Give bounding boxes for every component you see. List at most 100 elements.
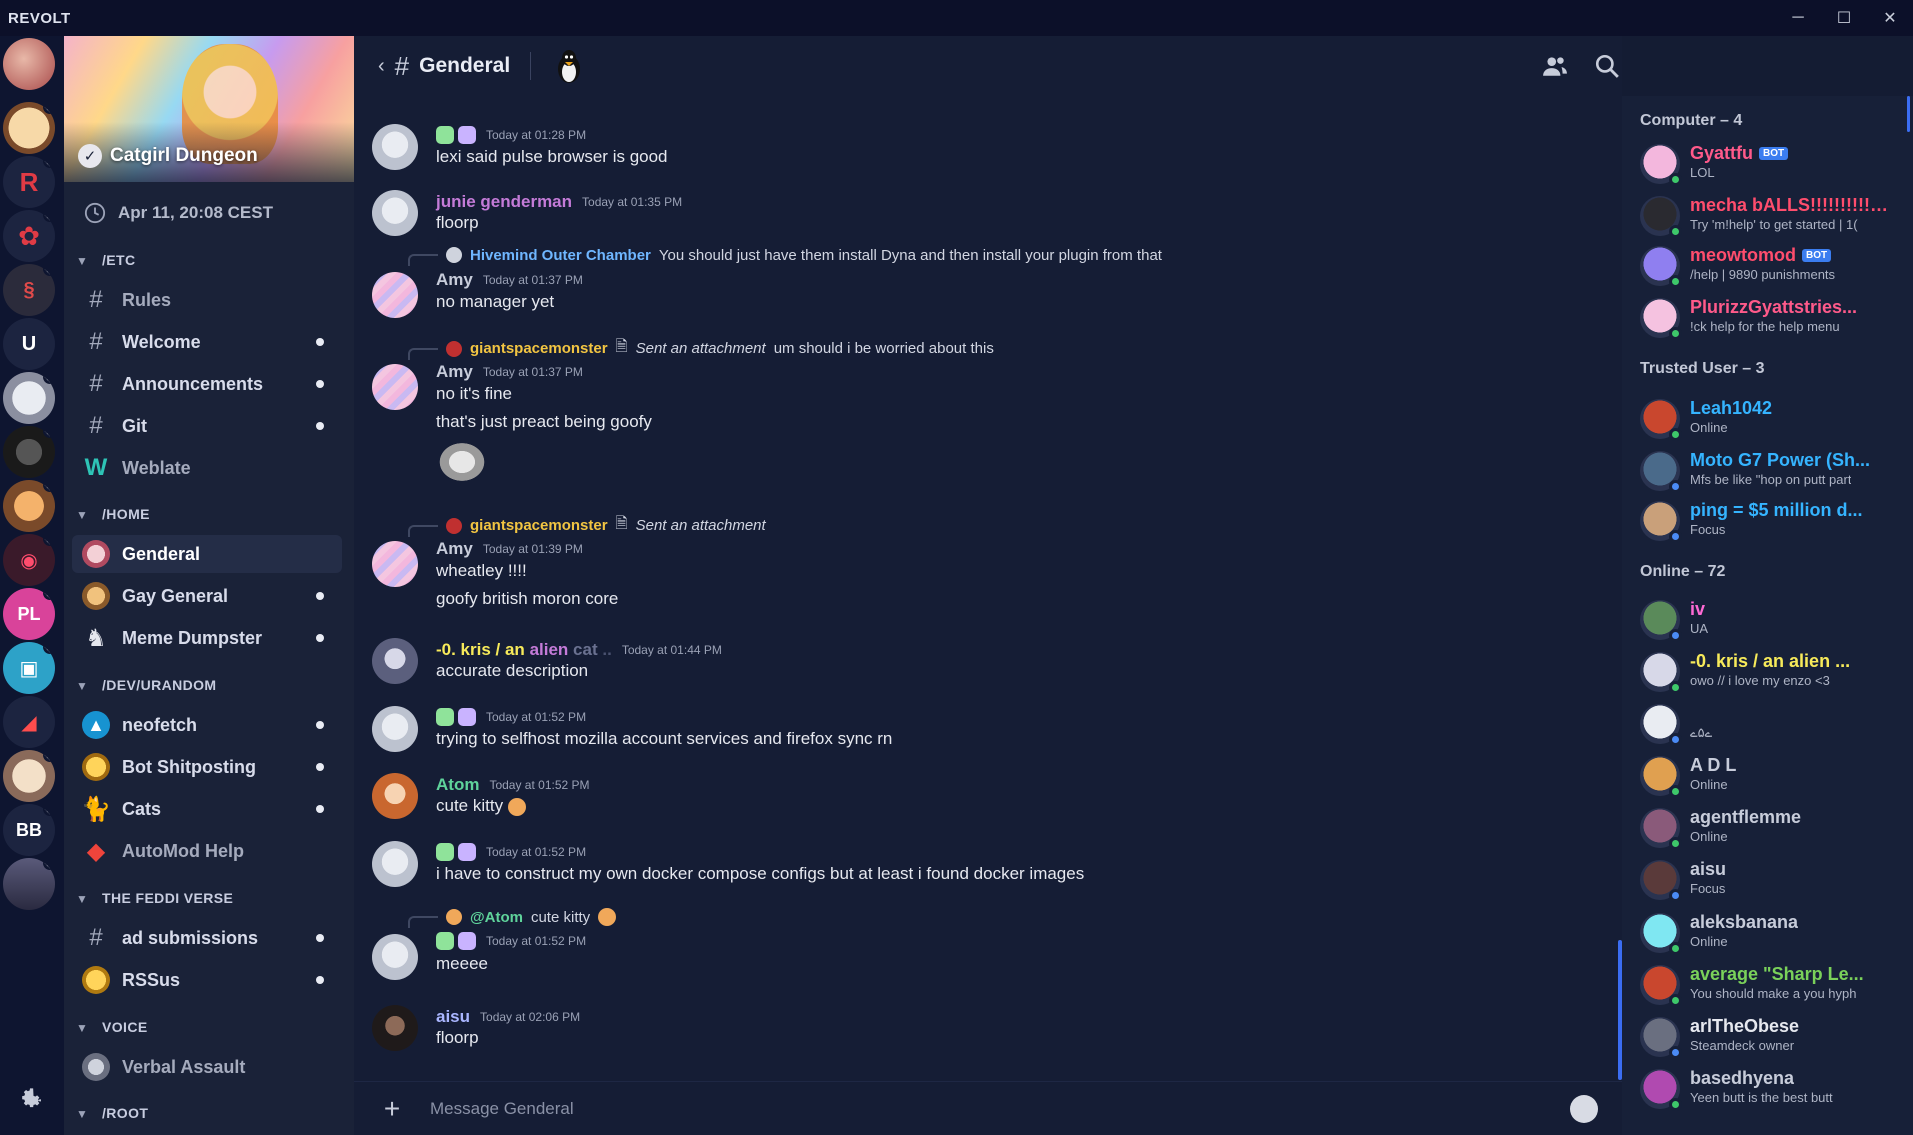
channel-weblate[interactable]: W Weblate xyxy=(72,449,342,487)
chevron-down-icon: ▼ xyxy=(76,508,89,522)
member-name: basedhyena xyxy=(1690,1068,1795,1088)
category-dev-urandom[interactable]: ▼/DEV/URANDOM xyxy=(76,677,216,693)
avatar[interactable] xyxy=(372,541,418,587)
reply-preview[interactable]: @Atom cute kitty xyxy=(408,906,617,928)
username-emoji[interactable] xyxy=(436,126,476,144)
channel-avatar-icon xyxy=(82,582,110,610)
channel-verbal-assault[interactable]: Verbal Assault xyxy=(72,1048,342,1086)
server-banner[interactable]: ✓ Catgirl Dungeon xyxy=(64,36,354,182)
channel-rules[interactable]: # Rules xyxy=(72,281,342,319)
member-row[interactable]: arlTheObese Steamdeck owner xyxy=(1640,1012,1910,1062)
avatar[interactable] xyxy=(372,124,418,170)
username-emoji[interactable] xyxy=(436,843,476,861)
server-icon-13[interactable] xyxy=(3,750,55,802)
avatar[interactable] xyxy=(372,706,418,752)
author-name[interactable]: junie genderman xyxy=(436,192,572,212)
member-row[interactable]: mecha bALLS!!!!!!!!!!BOTTry 'm!help' to … xyxy=(1640,191,1910,241)
member-row[interactable]: Moto G7 Power (Sh... Mfs be like "hop on … xyxy=(1640,446,1910,496)
server-icon-12[interactable]: ◢ xyxy=(3,696,55,748)
channel-neofetch[interactable]: ▲ neofetch xyxy=(72,706,342,744)
search-icon[interactable] xyxy=(1592,51,1622,81)
author-name[interactable]: Amy xyxy=(436,270,473,290)
reply-preview[interactable]: Hivemind Outer Chamber You should just h… xyxy=(408,244,1162,266)
author-name[interactable]: aisu xyxy=(436,1007,470,1027)
channel-automod-help[interactable]: ◆ AutoMod Help xyxy=(72,832,342,870)
channel-bot-shitposting[interactable]: Bot Shitposting xyxy=(72,748,342,786)
member-row[interactable]: Gyattfu BOT LOL xyxy=(1640,139,1910,189)
add-attachment-button[interactable]: + xyxy=(372,1093,412,1125)
server-icon-1[interactable] xyxy=(3,102,55,154)
member-list-scrollbar[interactable] xyxy=(1907,96,1910,132)
server-icon-5[interactable]: U xyxy=(3,318,55,370)
channel-genderal[interactable]: Genderal xyxy=(72,535,342,573)
back-chevron-icon[interactable]: ‹ xyxy=(378,55,385,78)
channel-cats[interactable]: 🐈 Cats xyxy=(72,790,342,828)
channel-gay-general[interactable]: Gay General xyxy=(72,577,342,615)
avatar[interactable] xyxy=(372,190,418,236)
member-row[interactable]: basedhyena Yeen butt is the best butt xyxy=(1640,1064,1910,1114)
settings-button[interactable] xyxy=(8,1078,52,1122)
avatar[interactable] xyxy=(372,638,418,684)
server-icon-3[interactable]: ✿ xyxy=(3,210,55,262)
channel-announcements[interactable]: # Announcements xyxy=(72,365,342,403)
home-avatar[interactable] xyxy=(3,38,55,90)
maximize-button[interactable]: ☐ xyxy=(1821,0,1867,36)
member-row[interactable]: agentflemme Online xyxy=(1640,803,1910,853)
member-row[interactable]: PlurizzGyattstries... !ck help for the he… xyxy=(1640,293,1910,343)
member-row[interactable]: ping = $5 million d... Focus xyxy=(1640,496,1910,546)
avatar[interactable] xyxy=(372,773,418,819)
member-row[interactable]: average "Sharp Le... You should make a yo… xyxy=(1640,960,1910,1010)
author-name[interactable]: Atom xyxy=(436,775,479,795)
member-name: iv xyxy=(1690,599,1706,619)
server-icon-8[interactable] xyxy=(3,480,55,532)
close-button[interactable]: ✕ xyxy=(1867,0,1913,36)
category-etc[interactable]: ▼/ETC xyxy=(76,252,136,268)
member-row[interactable]: A D L Online xyxy=(1640,751,1910,801)
channel-rssus[interactable]: RSSus xyxy=(72,961,342,999)
server-icon-9[interactable]: ◉ xyxy=(3,534,55,586)
server-icon-14[interactable]: BB xyxy=(3,804,55,856)
server-icon-11[interactable]: ▣ xyxy=(3,642,55,694)
avatar[interactable] xyxy=(372,934,418,980)
username-emoji[interactable] xyxy=(436,932,476,950)
member-row[interactable]: iv UA xyxy=(1640,595,1910,645)
avatar[interactable] xyxy=(372,841,418,887)
presence-indicator xyxy=(1669,733,1682,746)
category-feddi-verse[interactable]: ▼ THE FEDDI VERSE xyxy=(76,890,233,906)
file-icon: 🗎 xyxy=(615,338,628,355)
server-icon-2[interactable]: R xyxy=(3,156,55,208)
category-voice[interactable]: ▼ VOICE xyxy=(76,1019,148,1035)
member-row[interactable]: aisu Focus xyxy=(1640,855,1910,905)
author-name[interactable]: Amy xyxy=(436,539,473,559)
author-name[interactable]: Amy xyxy=(436,362,473,382)
category-home[interactable]: ▼/HOME xyxy=(76,506,150,522)
member-row[interactable]: Leah1042 Online xyxy=(1640,394,1910,444)
channel-meme-dumpster[interactable]: ♞ Meme Dumpster xyxy=(72,619,342,657)
server-icon-6[interactable] xyxy=(3,372,55,424)
member-row[interactable]: ے۵ے xyxy=(1640,699,1910,749)
arch-icon: ▲ xyxy=(82,711,110,739)
server-icon-10[interactable]: PL xyxy=(3,588,55,640)
category-root[interactable]: ▼/ROOT xyxy=(76,1105,148,1121)
member-row[interactable]: aleksbanana Online xyxy=(1640,908,1910,958)
avatar[interactable] xyxy=(372,364,418,410)
member-row[interactable]: -0. kris / an alien ... owo // i love my … xyxy=(1640,647,1910,697)
avatar[interactable] xyxy=(372,272,418,318)
minimize-button[interactable]: ─ xyxy=(1775,0,1821,36)
emoji-picker-icon[interactable] xyxy=(1570,1094,1598,1123)
sticker-image[interactable] xyxy=(436,440,488,484)
author-name[interactable]: -0. kris / an alien cat .. xyxy=(436,640,612,660)
server-icon-4[interactable]: § xyxy=(3,264,55,316)
members-icon[interactable] xyxy=(1540,51,1570,81)
member-row[interactable]: meowtomod BOT/help | 9890 punishments xyxy=(1640,241,1910,291)
reply-preview[interactable]: giantspacemonster 🗎 Sent an attachment u… xyxy=(408,336,994,361)
reply-preview[interactable]: giantspacemonster 🗎 Sent an attachment xyxy=(408,513,766,538)
server-icon-15[interactable] xyxy=(3,858,55,910)
message-input[interactable] xyxy=(430,1098,1570,1119)
channel-ad-submissions[interactable]: # ad submissions xyxy=(72,919,342,957)
username-emoji[interactable] xyxy=(436,708,476,726)
avatar[interactable] xyxy=(372,1005,418,1051)
channel-welcome[interactable]: # Welcome xyxy=(72,323,342,361)
server-icon-7[interactable] xyxy=(3,426,55,478)
channel-git[interactable]: # Git xyxy=(72,407,342,445)
